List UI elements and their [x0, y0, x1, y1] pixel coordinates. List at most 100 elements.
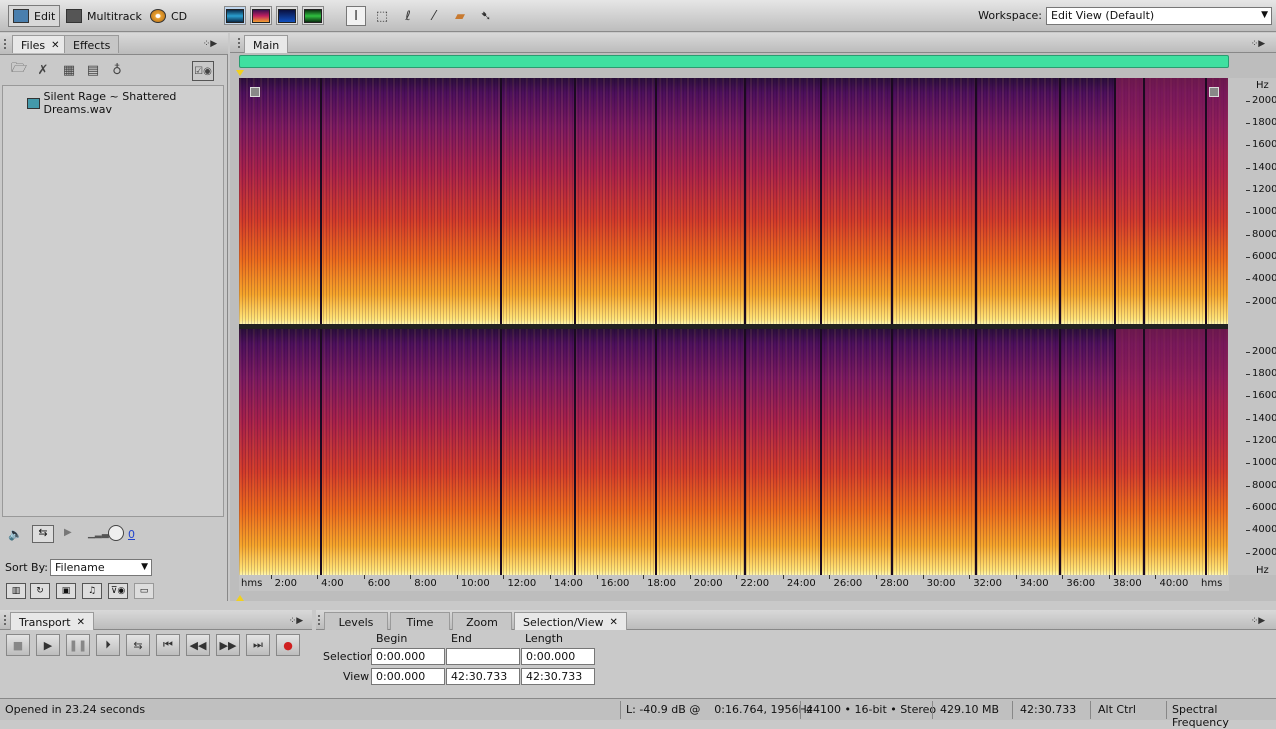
sort-by-select[interactable]: Filename ▼ — [50, 559, 152, 576]
panel-menu-button[interactable]: ⁘▶ — [1246, 37, 1270, 51]
lasso-selection-tool-button[interactable]: ℓ — [398, 6, 418, 26]
show-audio-files-button[interactable]: ▥ — [6, 583, 26, 599]
close-file-button[interactable]: ✗ — [34, 61, 52, 79]
play-file-button[interactable]: ▶ — [64, 527, 72, 538]
audio-format: 44100 • 16-bit • Stereo — [806, 703, 937, 716]
edit-view-button[interactable]: Edit — [8, 5, 61, 27]
volume-value[interactable]: 0 — [128, 528, 135, 541]
file-options-button[interactable]: ☑◉ — [192, 61, 214, 81]
tab-time[interactable]: Time — [390, 612, 450, 630]
close-tab-icon[interactable]: ✕ — [77, 617, 85, 628]
tab-zoom[interactable]: Zoom — [452, 612, 512, 630]
show-midi-files-button[interactable]: ♫ — [82, 583, 102, 599]
show-loops-button[interactable]: ↻ — [30, 583, 50, 599]
time-tick-label: 36:00 — [1062, 575, 1096, 589]
tab-effects[interactable]: Effects — [64, 35, 120, 53]
spectral-phase-view-button[interactable] — [302, 6, 324, 25]
tab-transport[interactable]: Transport ✕ — [10, 612, 95, 630]
tab-selection-view-label: Selection/View — [523, 615, 604, 629]
fast-forward-icon: ▶▶ — [219, 638, 237, 652]
time-selection-tool-button[interactable]: I — [346, 6, 366, 26]
insert-multitrack-button[interactable]: ▦ — [60, 61, 78, 79]
close-tab-icon[interactable]: ✕ — [51, 40, 59, 51]
frequency-tick-label: 6000 — [1245, 251, 1276, 263]
zoom-overview-bar[interactable] — [239, 55, 1229, 68]
frequency-tick-label: 10000 — [1246, 206, 1276, 217]
selection-end-field[interactable] — [446, 648, 520, 665]
sort-by-value: Filename — [55, 561, 105, 574]
scrub-tool-button[interactable]: ➷ — [476, 6, 496, 26]
autoplay-loop-button[interactable]: ⇆ — [32, 525, 54, 543]
frequency-tick-label: 10000 — [1246, 457, 1276, 468]
record-button[interactable]: ● — [276, 634, 300, 656]
spectral-pan-view-button[interactable] — [276, 6, 298, 25]
spectral-texture — [239, 329, 1229, 575]
status-bar: Opened in 23.24 seconds L: -40.9 dB @ 0:… — [0, 698, 1276, 729]
close-tab-icon[interactable]: ✕ — [610, 617, 618, 628]
play-button[interactable]: ▶ — [36, 634, 60, 656]
tab-files[interactable]: Files ✕ — [12, 35, 69, 53]
modifier-keys: Alt Ctrl — [1098, 703, 1136, 716]
track-break-line — [320, 78, 322, 324]
workspace-select[interactable]: Edit View (Default) ▼ — [1046, 7, 1272, 25]
panel-menu-button[interactable]: ⁘▶ — [198, 37, 222, 51]
go-to-start-button[interactable]: ⏮ — [156, 634, 180, 656]
stop-button[interactable]: ■ — [6, 634, 30, 656]
view-length-field[interactable]: 42:30.733 — [521, 668, 595, 685]
zoom-corner-handle-left[interactable] — [250, 87, 260, 97]
file-folder-button[interactable]: ▭ — [134, 583, 154, 599]
rewind-button[interactable]: ◀◀ — [186, 634, 210, 656]
spectral-display[interactable] — [239, 78, 1229, 575]
tab-main[interactable]: Main — [244, 35, 289, 53]
zoom-corner-handle-right[interactable] — [1209, 87, 1219, 97]
frequency-tick-label: 2000 — [1245, 546, 1276, 558]
selection-length-field[interactable]: 0:00.000 — [521, 648, 595, 665]
show-video-files-button[interactable]: ▣ — [56, 583, 76, 599]
play-from-cursor-button[interactable]: ⏵ — [96, 634, 120, 656]
import-file-button[interactable]: 🗁 — [10, 61, 28, 79]
left-channel-spectrogram[interactable] — [239, 78, 1229, 324]
track-break-line — [655, 329, 657, 575]
panel-grip-icon[interactable] — [4, 39, 10, 49]
track-break-line — [820, 329, 822, 575]
spectral-frequency-view-button[interactable] — [250, 6, 272, 25]
right-channel-spectrogram[interactable] — [239, 329, 1229, 575]
tab-levels[interactable]: Levels — [324, 612, 388, 630]
playhead-top-marker[interactable] — [236, 70, 244, 76]
tab-selection-view[interactable]: Selection/View ✕ — [514, 612, 627, 630]
cd-view-button[interactable]: CD — [146, 5, 191, 27]
speaker-icon[interactable]: 🔈 — [8, 527, 23, 541]
effects-paintbrush-icon: ⁄ — [432, 8, 436, 24]
panel-menu-button[interactable]: ⁘▶ — [284, 614, 308, 628]
effects-paintbrush-tool-button[interactable]: ⁄ — [424, 6, 444, 26]
track-break-line — [655, 78, 657, 324]
view-row-label: View — [343, 670, 370, 683]
spot-healing-brush-button[interactable]: ▰ — [450, 6, 470, 26]
fast-forward-button[interactable]: ▶▶ — [216, 634, 240, 656]
stop-icon: ■ — [12, 638, 24, 652]
transport-tabbar: Transport ✕ ⁘▶ — [0, 610, 312, 630]
track-break-line — [975, 78, 977, 324]
time-tick-label: 2:00 — [270, 575, 298, 589]
selection-begin-field[interactable]: 0:00.000 — [371, 648, 445, 665]
waveform-view-button[interactable] — [224, 6, 246, 25]
view-end-field[interactable]: 42:30.733 — [446, 668, 520, 685]
filter-files-button[interactable]: ⊽◉ — [108, 583, 128, 599]
tab-zoom-label: Zoom — [466, 615, 498, 629]
time-ruler[interactable]: hms hms 2:00 4:00 6:00 8:00 10:00 12:00 14:00 1… — [239, 575, 1229, 591]
playhead-bottom-marker[interactable] — [236, 595, 244, 601]
edit-file-button[interactable]: ♁ — [108, 61, 126, 79]
volume-knob[interactable] — [108, 525, 124, 541]
go-to-end-button[interactable]: ⏭ — [246, 634, 270, 656]
time-tick-label: 14:00 — [550, 575, 583, 589]
pause-button[interactable]: ❚❚ — [66, 634, 90, 656]
track-break-line — [320, 329, 322, 575]
loop-button[interactable]: ⇆ — [126, 634, 150, 656]
insert-cd-button[interactable]: ▤ — [84, 61, 102, 79]
view-begin-field[interactable]: 0:00.000 — [371, 668, 445, 685]
list-item[interactable]: Silent Rage ~ Shattered Dreams.wav — [27, 90, 223, 116]
multitrack-view-button[interactable]: Multitrack — [62, 5, 146, 27]
panel-menu-button[interactable]: ⁘▶ — [1246, 614, 1270, 628]
frequency-tick-label: 12000 — [1246, 435, 1276, 446]
marquee-selection-tool-button[interactable]: ⬚ — [372, 6, 392, 26]
